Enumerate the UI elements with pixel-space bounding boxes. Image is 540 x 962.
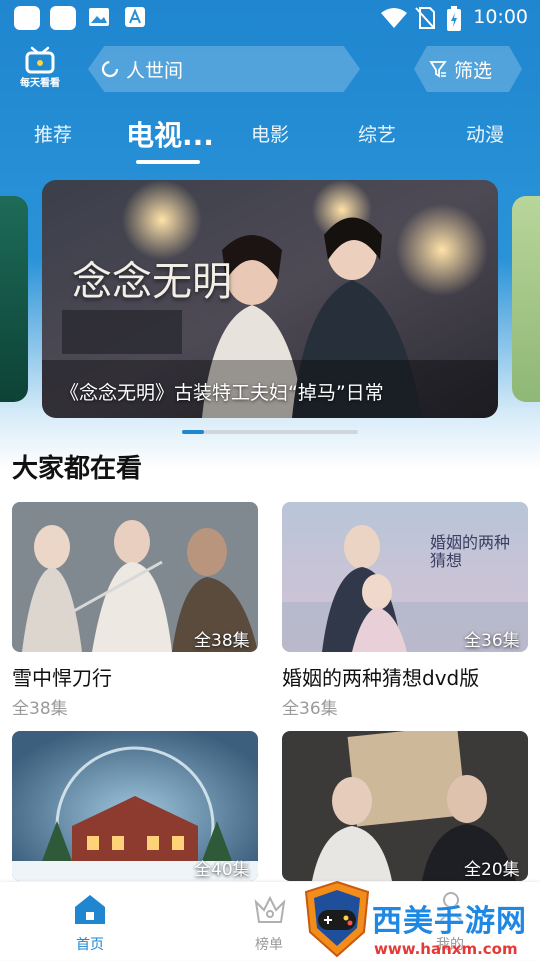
nav-home-label[interactable]: 首页: [76, 934, 104, 954]
no-sim-icon: [415, 7, 435, 29]
episode-badge: 全38集: [194, 631, 250, 651]
video-title[interactable]: 婚姻的两种猜想dvd版: [282, 662, 479, 691]
filter-icon: [429, 61, 447, 78]
tab-anime[interactable]: 动漫: [466, 120, 504, 147]
episode-badge: 全40集: [194, 860, 250, 880]
font-icon: [125, 7, 145, 27]
crown-icon[interactable]: [252, 892, 288, 926]
image-icon: [89, 8, 109, 26]
status-time: 10:00: [473, 6, 528, 28]
tab-tv[interactable]: 电视...: [126, 114, 214, 154]
poster-logo: 婚姻的两种猜想: [430, 533, 511, 570]
tab-movie[interactable]: 电影: [251, 120, 289, 147]
tab-variety[interactable]: 综艺: [358, 120, 396, 147]
wifi-icon: [381, 8, 407, 28]
section-title: 大家都在看: [12, 454, 143, 484]
carousel-indicator-active: [182, 430, 204, 434]
logo-text: 每天看看: [20, 78, 60, 89]
tab-recommend[interactable]: 推荐: [34, 120, 72, 147]
notification-icon: [50, 6, 76, 30]
active-tab-indicator: [136, 160, 200, 164]
tv-logo-icon: [25, 46, 55, 74]
battery-icon: [447, 6, 461, 31]
home-icon[interactable]: [72, 892, 108, 926]
status-bar: 10:00: [0, 0, 540, 36]
banner-prev-card[interactable]: [0, 196, 28, 402]
video-title[interactable]: 雪中悍刀行: [12, 662, 112, 691]
episode-badge: 全36集: [464, 631, 520, 651]
gamepad-shield-icon: [304, 880, 370, 958]
nav-rank-label[interactable]: 榜单: [255, 934, 283, 954]
filter-label: 筛选: [454, 60, 493, 82]
notification-icon: [14, 6, 40, 30]
watermark-text: 西美手游网: [372, 904, 527, 939]
loading-icon: [101, 60, 119, 78]
video-subtitle: 全38集: [12, 699, 68, 719]
carousel-indicator-track: [182, 430, 358, 434]
video-subtitle: 全36集: [282, 699, 338, 719]
app-logo[interactable]: 每天看看: [12, 44, 68, 90]
banner-poster-logo: 念念无明: [72, 259, 232, 305]
banner-title: 《念念无明》古装特工夫妇“掉马”日常: [60, 382, 384, 404]
banner-next-card[interactable]: [512, 196, 540, 402]
watermark-url: www.hanxm.com: [374, 940, 518, 958]
episode-badge: 全20集: [464, 860, 520, 880]
search-placeholder: 人世间: [126, 60, 184, 82]
